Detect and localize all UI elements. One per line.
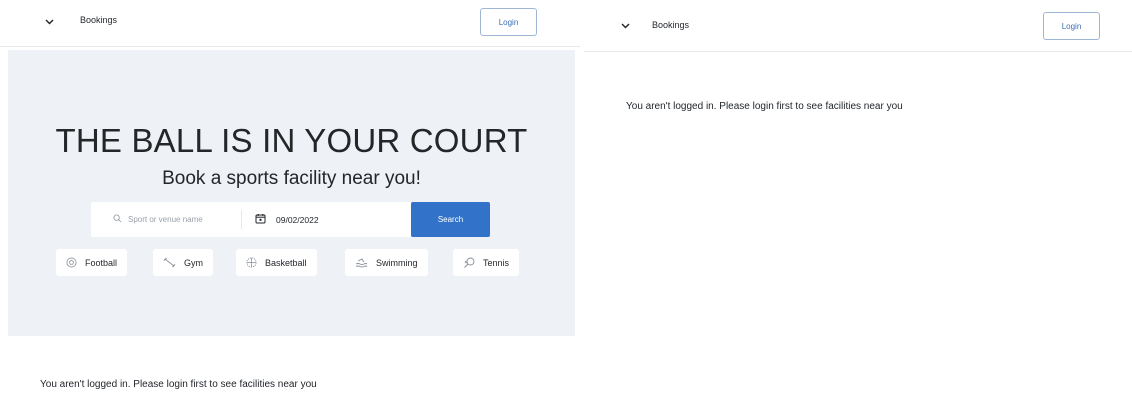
dumbbell-icon [163, 257, 176, 268]
login-button[interactable]: Login [1043, 12, 1100, 40]
sport-filter-chips: Football Gym Basketball Swimming Tennis [8, 249, 575, 276]
hero-title: THE BALL IS IN YOUR COURT [55, 122, 528, 159]
sport-chip-label: Gym [184, 257, 203, 268]
sport-chip-label: Swimming [376, 257, 418, 268]
tennis-icon [463, 257, 475, 269]
home-page-with-hero: Bookings Login THE BALL IS IN YOUR COURT… [0, 0, 580, 396]
search-icon [113, 214, 128, 225]
hero-section: THE BALL IS IN YOUR COURT Book a sports … [8, 50, 575, 336]
search-placeholder: Sport or venue name [128, 215, 203, 224]
sport-chip-tennis[interactable]: Tennis [453, 249, 520, 276]
calendar-icon [255, 213, 276, 226]
sport-chip-gym[interactable]: Gym [153, 249, 213, 276]
hero-subtitle: Book a sports facility near you! [162, 168, 421, 189]
login-required-message: You aren't logged in. Please login first… [626, 101, 903, 112]
date-picker[interactable]: 09/02/2022 [255, 202, 319, 237]
top-navbar: Bookings Login [584, 0, 1132, 52]
sport-chip-label: Tennis [483, 257, 510, 268]
football-icon [66, 257, 77, 268]
sport-chip-swimming[interactable]: Swimming [345, 249, 428, 276]
chevron-down-icon[interactable] [42, 15, 56, 29]
search-button[interactable]: Search [411, 202, 490, 237]
basketball-icon [246, 257, 257, 268]
chevron-down-icon[interactable] [618, 19, 632, 33]
search-bar: Sport or venue name 09/02/2022 [91, 202, 411, 237]
login-required-message: You aren't logged in. Please login first… [40, 379, 317, 390]
sport-chip-basketball[interactable]: Basketball [236, 249, 317, 276]
sport-chip-label: Football [85, 257, 118, 268]
home-page-logged-out: Bookings Login You aren't logged in. Ple… [584, 0, 1132, 396]
top-navbar: Bookings Login [0, 0, 580, 47]
sport-chip-football[interactable]: Football [56, 249, 128, 276]
date-value: 09/02/2022 [276, 214, 319, 225]
login-button[interactable]: Login [480, 8, 537, 36]
swimming-icon [355, 257, 368, 268]
field-divider [241, 210, 242, 229]
nav-title: Bookings [80, 15, 118, 25]
sport-chip-label: Basketball [265, 257, 307, 268]
nav-title: Bookings [652, 20, 690, 30]
search-input[interactable]: Sport or venue name [113, 202, 203, 237]
